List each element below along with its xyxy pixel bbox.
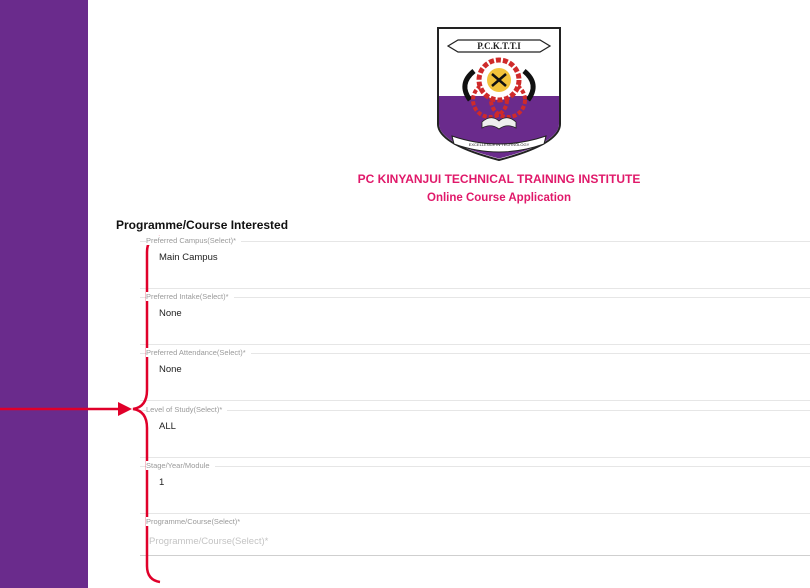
logo-banner-text: P.C.K.T.T.I bbox=[477, 41, 521, 51]
field-outline bbox=[140, 466, 810, 467]
programme-course-select[interactable]: Programme/Course(Select)* Programme/Cour… bbox=[140, 517, 810, 556]
level-of-study-value: ALL bbox=[159, 421, 176, 432]
stage-year-module-label: Stage/Year/Module bbox=[146, 461, 215, 470]
preferred-attendance-value: None bbox=[159, 364, 182, 375]
stage-year-module-value: 1 bbox=[159, 477, 165, 488]
section-title: Programme/Course Interested bbox=[116, 218, 289, 232]
page-subtitle: Online Course Application bbox=[427, 192, 571, 204]
field-underline bbox=[140, 344, 810, 345]
field-outline bbox=[140, 410, 810, 411]
annotation-arrowhead bbox=[118, 402, 132, 416]
field-underline bbox=[140, 457, 810, 458]
logo-motto: EXCELLENCE IN TECHNOLOGY bbox=[469, 142, 530, 147]
level-of-study-label: Level of Study(Select)* bbox=[146, 405, 228, 414]
stage-year-module-input[interactable]: Stage/Year/Module 1 bbox=[140, 461, 810, 514]
field-underline bbox=[140, 288, 810, 289]
level-of-study-select[interactable]: Level of Study(Select)* ALL bbox=[140, 405, 810, 458]
field-underline bbox=[140, 513, 810, 514]
preferred-intake-value: None bbox=[159, 308, 182, 319]
preferred-intake-select[interactable]: Preferred Intake(Select)* None bbox=[140, 292, 810, 345]
field-underline bbox=[140, 400, 810, 401]
preferred-attendance-label: Preferred Attendance(Select)* bbox=[146, 348, 251, 357]
preferred-campus-label: Preferred Campus(Select)* bbox=[146, 236, 242, 245]
sidebar bbox=[0, 0, 88, 588]
programme-course-label: Programme/Course(Select)* bbox=[146, 517, 246, 526]
institute-name: PC KINYANJUI TECHNICAL TRAINING INSTITUT… bbox=[357, 172, 641, 186]
preferred-attendance-select[interactable]: Preferred Attendance(Select)* None bbox=[140, 348, 810, 401]
preferred-intake-label: Preferred Intake(Select)* bbox=[146, 292, 234, 301]
institute-logo: P.C.K.T.T.I EXCELLENCE IN TECHNOLOGY bbox=[437, 27, 561, 162]
field-outline bbox=[140, 297, 810, 298]
preferred-campus-value: Main Campus bbox=[159, 252, 218, 263]
field-underline bbox=[140, 555, 810, 556]
preferred-campus-select[interactable]: Preferred Campus(Select)* Main Campus bbox=[140, 236, 810, 289]
programme-course-placeholder: Programme/Course(Select)* bbox=[149, 536, 269, 547]
